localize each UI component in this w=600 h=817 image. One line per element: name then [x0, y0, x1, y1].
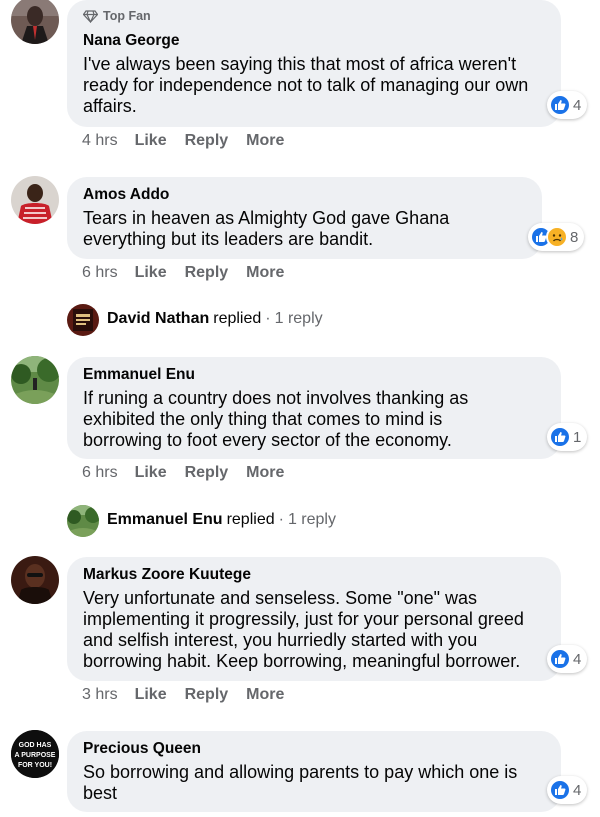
comment-author[interactable]: Amos Addo — [83, 185, 526, 205]
reply-button[interactable]: Reply — [185, 464, 229, 482]
separator: · — [278, 511, 284, 528]
avatar-text-line: GOD HAS — [19, 742, 52, 749]
comment-bubble: Precious Queen So borrowing and allowing… — [67, 731, 561, 812]
like-button[interactable]: Like — [135, 686, 167, 704]
more-button[interactable]: More — [246, 464, 284, 482]
comment-author[interactable]: Emmanuel Enu — [83, 365, 545, 385]
like-reaction-icon — [549, 648, 571, 670]
reaction-summary[interactable]: 4 — [547, 91, 588, 119]
reply-avatar[interactable] — [67, 505, 99, 537]
like-button[interactable]: Like — [135, 132, 167, 150]
avatar-text-line: A PURPOSE — [15, 752, 56, 759]
comment-timestamp[interactable]: 6 hrs — [82, 264, 118, 282]
reaction-count: 1 — [573, 428, 582, 446]
more-button[interactable]: More — [246, 264, 284, 282]
reaction-count: 8 — [570, 228, 579, 246]
avatar[interactable] — [11, 176, 59, 224]
like-reaction-icon — [549, 426, 571, 448]
separator: · — [265, 310, 271, 327]
avatar[interactable] — [11, 0, 59, 44]
comment-timestamp[interactable]: 4 hrs — [82, 132, 118, 150]
comment-timestamp[interactable]: 6 hrs — [82, 464, 118, 482]
like-reaction-icon — [549, 94, 571, 116]
comment-text: I've always been saying this that most o… — [83, 54, 529, 116]
reaction-count: 4 — [573, 650, 582, 668]
comment-timestamp[interactable]: 3 hrs — [82, 686, 118, 704]
reply-verb: replied — [213, 310, 262, 327]
reply-verb: replied — [226, 511, 275, 528]
comment-author[interactable]: Nana George — [83, 31, 545, 51]
reply-count: 1 reply — [287, 511, 336, 528]
top-fan-badge: Top Fan — [83, 8, 545, 24]
comment-author[interactable]: Markus Zoore Kuutege — [83, 565, 545, 585]
like-button[interactable]: Like — [135, 464, 167, 482]
reply-button[interactable]: Reply — [185, 264, 229, 282]
comment-author[interactable]: Precious Queen — [83, 739, 545, 759]
diamond-icon — [83, 9, 98, 23]
view-replies-link[interactable]: Emmanuel Enu replied · 1 reply — [107, 511, 336, 529]
avatar[interactable] — [11, 356, 59, 404]
comment-text: If runing a country does not involves th… — [83, 388, 469, 450]
comment-actions: 6 hrs Like Reply More — [82, 464, 302, 482]
like-reaction-icon — [549, 779, 571, 801]
reply-button[interactable]: Reply — [185, 686, 229, 704]
comment-text: Very unfortunate and senseless. Some "on… — [83, 588, 524, 671]
avatar-text-line: FOR YOU! — [18, 762, 52, 769]
comment-bubble: Emmanuel Enu If runing a country does no… — [67, 357, 561, 459]
reply-author: Emmanuel Enu — [107, 511, 223, 528]
comment-bubble: Markus Zoore Kuutege Very unfortunate an… — [67, 557, 561, 681]
comment-text: So borrowing and allowing parents to pay… — [83, 762, 518, 803]
comment-actions: 4 hrs Like Reply More — [82, 132, 302, 150]
comment-text: Tears in heaven as Almighty God gave Gha… — [83, 208, 450, 249]
reply-button[interactable]: Reply — [185, 132, 229, 150]
reaction-count: 4 — [573, 781, 582, 799]
avatar[interactable]: GOD HAS A PURPOSE FOR YOU! — [11, 730, 59, 778]
more-button[interactable]: More — [246, 686, 284, 704]
comment-actions: 3 hrs Like Reply More — [82, 686, 302, 704]
view-replies-link[interactable]: David Nathan replied · 1 reply — [107, 310, 323, 328]
reaction-summary[interactable]: 1 — [547, 423, 588, 451]
reply-avatar[interactable] — [67, 304, 99, 336]
reaction-count: 4 — [573, 96, 582, 114]
more-button[interactable]: More — [246, 132, 284, 150]
like-button[interactable]: Like — [135, 264, 167, 282]
comment-bubble: Top Fan Nana George I've always been say… — [67, 0, 561, 127]
comment-bubble: Amos Addo Tears in heaven as Almighty Go… — [67, 177, 542, 259]
reaction-summary[interactable]: 8 — [528, 223, 585, 251]
comment-actions: 6 hrs Like Reply More — [82, 264, 302, 282]
reply-count: 1 reply — [274, 310, 323, 327]
reply-author: David Nathan — [107, 310, 210, 327]
reaction-summary[interactable]: 4 — [547, 776, 588, 804]
avatar[interactable] — [11, 556, 59, 604]
reaction-summary[interactable]: 4 — [547, 645, 588, 673]
sad-reaction-icon — [546, 226, 568, 248]
